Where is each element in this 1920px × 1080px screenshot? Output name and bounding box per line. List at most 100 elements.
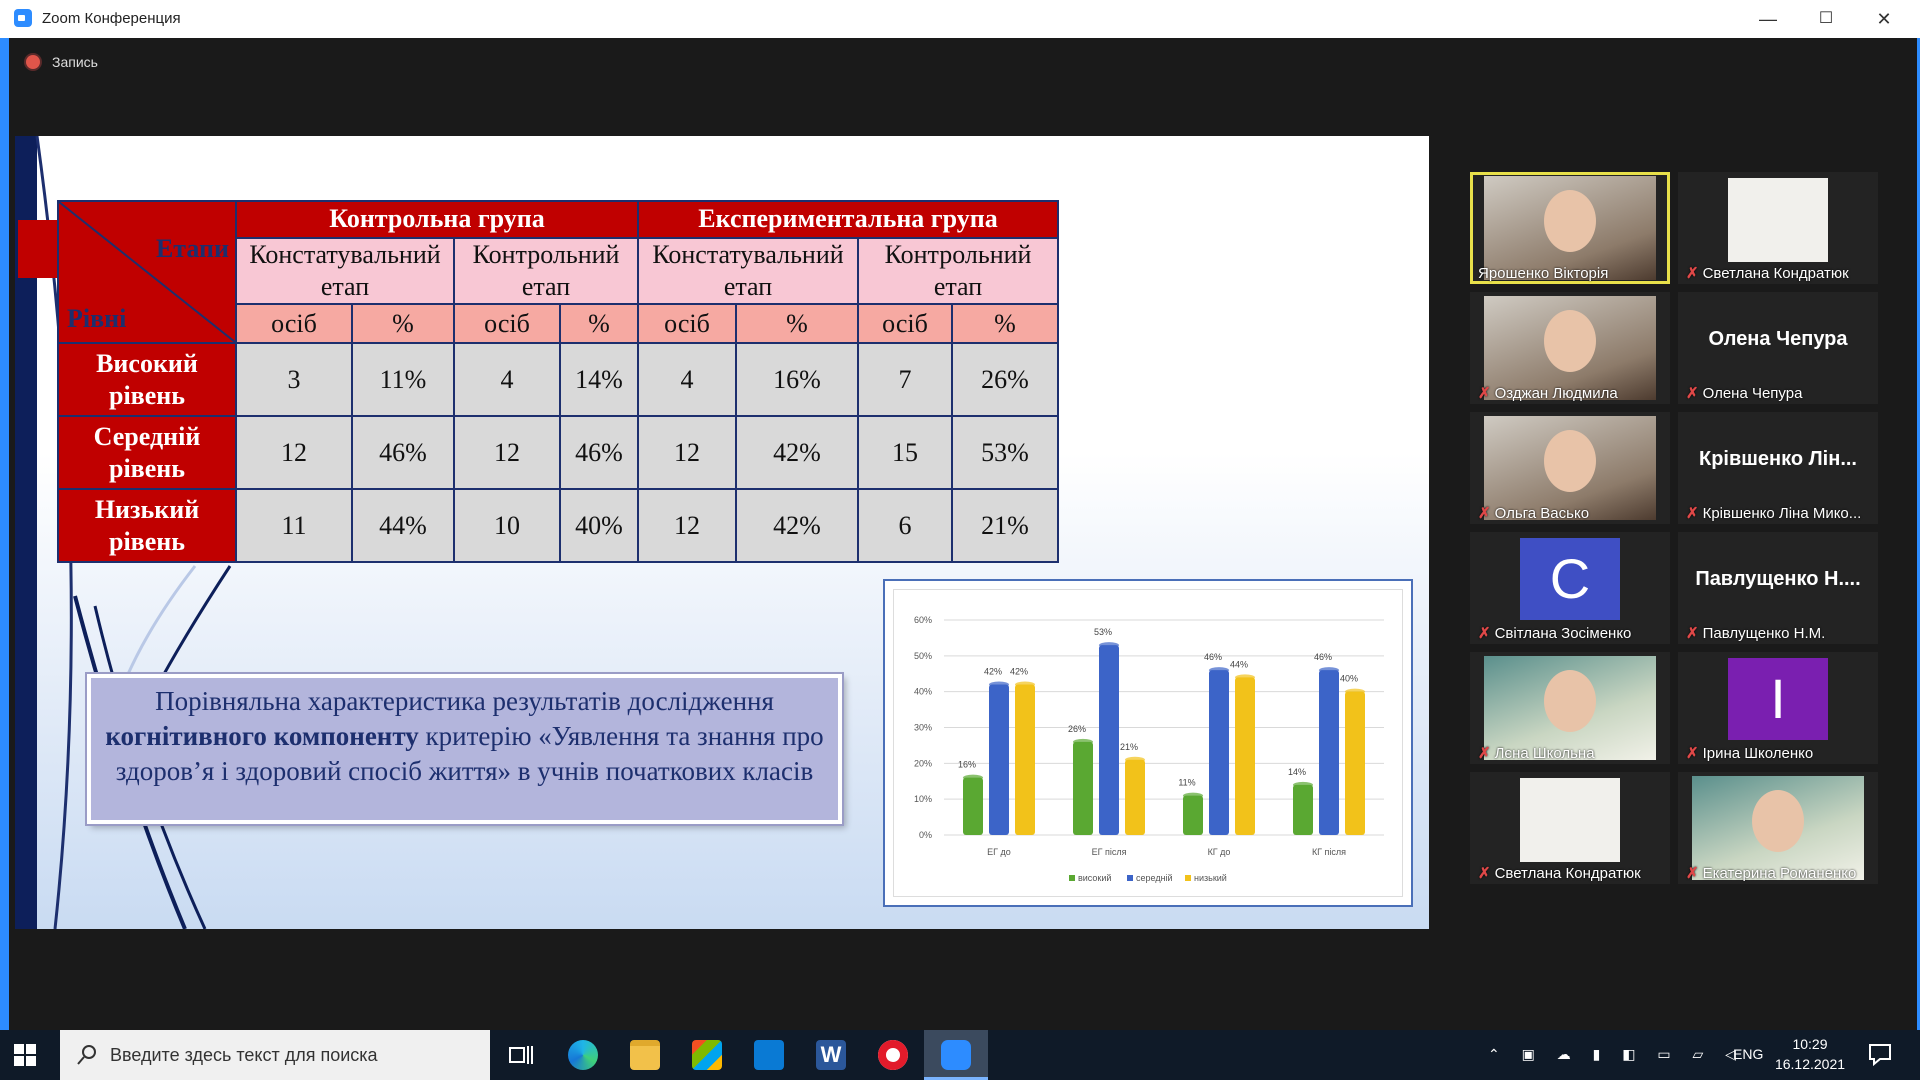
legend-label: низький bbox=[1194, 873, 1227, 883]
file-explorer-icon[interactable] bbox=[630, 1040, 660, 1070]
chart-bar-cap bbox=[1209, 667, 1229, 674]
store-icon[interactable] bbox=[692, 1040, 722, 1070]
data-label: 42% bbox=[1010, 667, 1028, 677]
word-icon[interactable]: W bbox=[816, 1040, 846, 1070]
participant-name: ✗ Лєна Школьна bbox=[1478, 744, 1595, 762]
data-label: 46% bbox=[1204, 652, 1222, 662]
participant-tile[interactable]: Олена Чепура ✗ Олена Чепура bbox=[1678, 292, 1878, 404]
subheader-cell: % bbox=[735, 303, 859, 344]
y-tick-label: 30% bbox=[914, 723, 932, 733]
chart-bar bbox=[989, 684, 1009, 835]
data-label: 46% bbox=[1314, 652, 1332, 662]
data-label: 16% bbox=[958, 760, 976, 770]
participant-display-name: Крівшенко Лін... bbox=[1698, 448, 1857, 470]
participant-tile[interactable]: ✗ Ольга Васько bbox=[1470, 412, 1670, 524]
table-cell: 12 bbox=[637, 488, 737, 563]
subheader-cell: % bbox=[559, 303, 639, 344]
zoom-taskbar-button[interactable] bbox=[924, 1030, 988, 1080]
y-tick-label: 0% bbox=[919, 830, 932, 840]
participant-name: ✗ Павлущенко Н.М. bbox=[1686, 624, 1825, 642]
y-tick-label: 60% bbox=[914, 615, 932, 625]
participant-tile[interactable]: І ✗ Ірина Школенко bbox=[1678, 652, 1878, 764]
chart-bar bbox=[1319, 670, 1339, 835]
data-label: 14% bbox=[1288, 767, 1306, 777]
participant-name-text: Павлущенко Н.М. bbox=[1702, 625, 1826, 642]
chart-bar bbox=[1293, 784, 1313, 835]
chart-bar-cap bbox=[1073, 738, 1093, 745]
windows-start-icon[interactable] bbox=[14, 1044, 36, 1066]
chart-inner: 0% 10% 20% 30% 40% 50% 60% 16% 42% 42% ЕГ до 26% 53%… bbox=[893, 589, 1403, 897]
table-row: Середній рівень 12 46% 12 46% 12 42% 15 … bbox=[57, 415, 1059, 490]
muted-mic-icon: ✗ bbox=[1686, 625, 1699, 642]
window-border-left bbox=[0, 38, 9, 1030]
table-cell: 12 bbox=[637, 415, 737, 490]
corner-stages-label: Етапи bbox=[155, 234, 229, 263]
row-label: Низький рівень bbox=[57, 488, 237, 563]
mail-icon[interactable] bbox=[754, 1040, 784, 1070]
chart-bar bbox=[1235, 677, 1255, 835]
table-cell: 46% bbox=[559, 415, 639, 490]
participant-tile[interactable]: С ✗ Світлана Зосіменко bbox=[1470, 532, 1670, 644]
task-view-icon[interactable] bbox=[508, 1042, 534, 1068]
row-label: Середній рівень bbox=[57, 415, 237, 490]
zoom-app-icon bbox=[14, 9, 32, 27]
table-cell: 10 bbox=[453, 488, 561, 563]
participant-name-text: Крівшенко Ліна Мико... bbox=[1702, 505, 1862, 522]
participant-tile[interactable]: ✗ Екатерина Романенко bbox=[1678, 772, 1878, 884]
maximize-button[interactable]: ☐ bbox=[1806, 6, 1846, 32]
language-indicator[interactable]: ENG bbox=[1733, 1046, 1763, 1062]
chart-bar bbox=[963, 777, 983, 835]
x-tick-label: КГ після bbox=[1312, 847, 1346, 857]
slide-caption: Порівняльна характеристика результатів д… bbox=[87, 674, 842, 824]
table-cell: 21% bbox=[951, 488, 1059, 563]
edge-browser-icon[interactable] bbox=[568, 1040, 598, 1070]
muted-mic-icon: ✗ bbox=[1478, 505, 1491, 522]
participant-display-name: Павлущенко Н.... bbox=[1695, 568, 1861, 590]
participant-tile[interactable]: ✗ Лєна Школьна bbox=[1470, 652, 1670, 764]
participant-tile[interactable]: ✗ Светлана Кондратюк bbox=[1470, 772, 1670, 884]
opera-icon[interactable] bbox=[878, 1040, 908, 1070]
participant-video bbox=[1520, 778, 1620, 862]
participant-display-name: Олена Чепура bbox=[1708, 328, 1848, 350]
muted-mic-icon: ✗ bbox=[1478, 625, 1491, 642]
participant-name: ✗ Светлана Кондратюк bbox=[1478, 864, 1641, 882]
table-cell: 42% bbox=[735, 488, 859, 563]
taskbar-search-box[interactable]: Введите здесь текст для поиска bbox=[60, 1030, 490, 1080]
muted-mic-icon: ✗ bbox=[1686, 865, 1699, 882]
subheader-cell: осіб bbox=[453, 303, 561, 344]
chart-bar-cap bbox=[989, 681, 1009, 688]
notifications-icon[interactable] bbox=[1868, 1042, 1892, 1066]
table-cell: 6 bbox=[857, 488, 953, 563]
subheader-cell: осіб bbox=[857, 303, 953, 344]
system-tray-icons[interactable]: ⌃ ▣ ☁ ▮ ◧ ▭ ▱ ◁ bbox=[1488, 1046, 1745, 1063]
participant-tile[interactable]: Ярошенко Вікторія bbox=[1470, 172, 1670, 284]
participant-tile[interactable]: Павлущенко Н.... ✗ Павлущенко Н.М. bbox=[1678, 532, 1878, 644]
chart-bar-cap bbox=[1015, 681, 1035, 688]
participant-tile[interactable]: Крівшенко Лін... ✗ Крівшенко Ліна Мико... bbox=[1678, 412, 1878, 524]
taskbar-clock[interactable]: 10:29 16.12.2021 bbox=[1770, 1034, 1850, 1074]
participant-name: ✗ Крівшенко Ліна Мико... bbox=[1686, 504, 1861, 522]
search-placeholder: Введите здесь текст для поиска bbox=[110, 1045, 378, 1065]
participant-name: ✗ Олена Чепура bbox=[1686, 384, 1802, 402]
table-cell: 15 bbox=[857, 415, 953, 490]
table-corner-cell: Етапи Рівні bbox=[57, 200, 237, 344]
chart-bar-cap bbox=[1125, 756, 1145, 763]
recording-icon bbox=[26, 55, 40, 69]
participant-name-text: Светлана Кондратюк bbox=[1702, 265, 1849, 282]
participant-name-text: Озджан Людмила bbox=[1494, 385, 1618, 402]
legend-swatch bbox=[1069, 875, 1075, 881]
chart-bar-cap bbox=[1345, 688, 1365, 695]
chart-bar bbox=[1099, 645, 1119, 835]
minimize-button[interactable]: — bbox=[1748, 6, 1788, 32]
close-button[interactable]: ✕ bbox=[1864, 6, 1904, 32]
chart-bar bbox=[1125, 759, 1145, 835]
participant-tile[interactable]: ✗ Светлана Кондратюк bbox=[1678, 172, 1878, 284]
participant-name-text: Олена Чепура bbox=[1702, 385, 1803, 402]
table-cell: 46% bbox=[351, 415, 455, 490]
data-label: 11% bbox=[1178, 778, 1195, 788]
participant-tile[interactable]: ✗ Озджан Людмила bbox=[1470, 292, 1670, 404]
legend-swatch bbox=[1185, 875, 1191, 881]
participant-avatar: І bbox=[1728, 658, 1828, 740]
participant-name: Ярошенко Вікторія bbox=[1478, 265, 1608, 282]
participant-name: ✗ Озджан Людмила bbox=[1478, 384, 1618, 402]
